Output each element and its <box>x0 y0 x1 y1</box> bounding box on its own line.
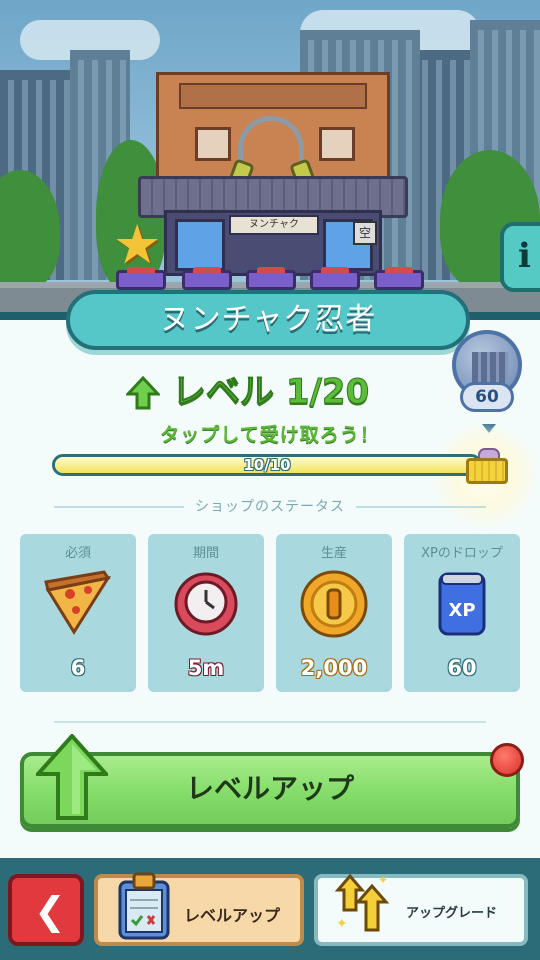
card-value: 60 <box>447 656 477 680</box>
card-header: 必須 <box>64 546 91 561</box>
card-value: 6 <box>70 656 86 680</box>
shop-scene: ヌンチャク 空 ★ <box>0 0 540 330</box>
stool <box>246 267 296 290</box>
shop-status-heading: ショップのステータス <box>0 496 540 516</box>
xp-can-icon: XP <box>438 572 486 636</box>
stool <box>374 267 424 290</box>
svg-text:✦: ✦ <box>378 873 388 887</box>
card-value: 2,000 <box>300 656 368 680</box>
coin-icon <box>300 570 368 638</box>
info-button[interactable]: i <box>500 222 540 292</box>
status-card-xp-drop: XPのドロップ XP 60 <box>404 534 520 692</box>
stool <box>310 267 360 290</box>
tab-level-up[interactable]: レベルアップ <box>94 872 304 946</box>
clipboard-icon <box>118 872 170 940</box>
tab-upgrade[interactable]: ✦ ✦ アップグレード <box>314 873 528 946</box>
reward-gift-icon[interactable] <box>466 448 508 484</box>
info-icon: i <box>518 236 531 276</box>
svg-text:✦: ✦ <box>336 916 348 932</box>
vacancy-sign: 空 <box>353 221 377 245</box>
progress-text: 10/10 <box>243 456 291 474</box>
card-header: 期間 <box>192 546 219 561</box>
level-up-arrow-icon <box>36 734 108 820</box>
status-cards: 必須 6 期間 5m 生産 2,000 XPのドロップ XP 60 <box>20 534 520 692</box>
level-label: レベル 1/20 <box>171 372 370 413</box>
tab-label: レベルアップ <box>184 906 281 925</box>
window <box>319 127 355 161</box>
back-button[interactable]: ❮ <box>8 874 84 946</box>
notification-dot <box>490 743 524 777</box>
level-up-arrow-icon <box>126 376 160 410</box>
pizza-icon <box>44 570 112 635</box>
card-header: XPのドロップ <box>421 546 503 561</box>
shop-sign: ヌンチャク <box>229 215 319 235</box>
tab-label: アップグレード <box>406 906 498 921</box>
roof-sign <box>179 83 367 109</box>
card-value: 5m <box>187 656 225 680</box>
clock-icon <box>174 572 238 636</box>
window <box>195 127 231 161</box>
star-icon: ★ <box>113 213 162 276</box>
divider <box>54 721 486 723</box>
chevron-left-icon: ❮ <box>34 889 66 933</box>
status-card-duration: 期間 5m <box>148 534 264 692</box>
svg-text:XP: XP <box>448 600 475 621</box>
status-card-production: 生産 2,000 <box>276 534 392 692</box>
upgrade-arrows-icon: ✦ ✦ <box>334 873 390 932</box>
stool <box>182 267 232 290</box>
card-header: 生産 <box>320 546 347 561</box>
level-row: レベル 1/20 <box>0 370 540 414</box>
shop-window <box>175 219 225 271</box>
nunchaku-ninja-shop-building[interactable]: ヌンチャク 空 <box>138 72 408 282</box>
level-progress-bar: 10/10 <box>52 454 482 476</box>
status-card-required: 必須 6 <box>20 534 136 692</box>
shop-title: ヌンチャク忍者 <box>66 290 470 350</box>
